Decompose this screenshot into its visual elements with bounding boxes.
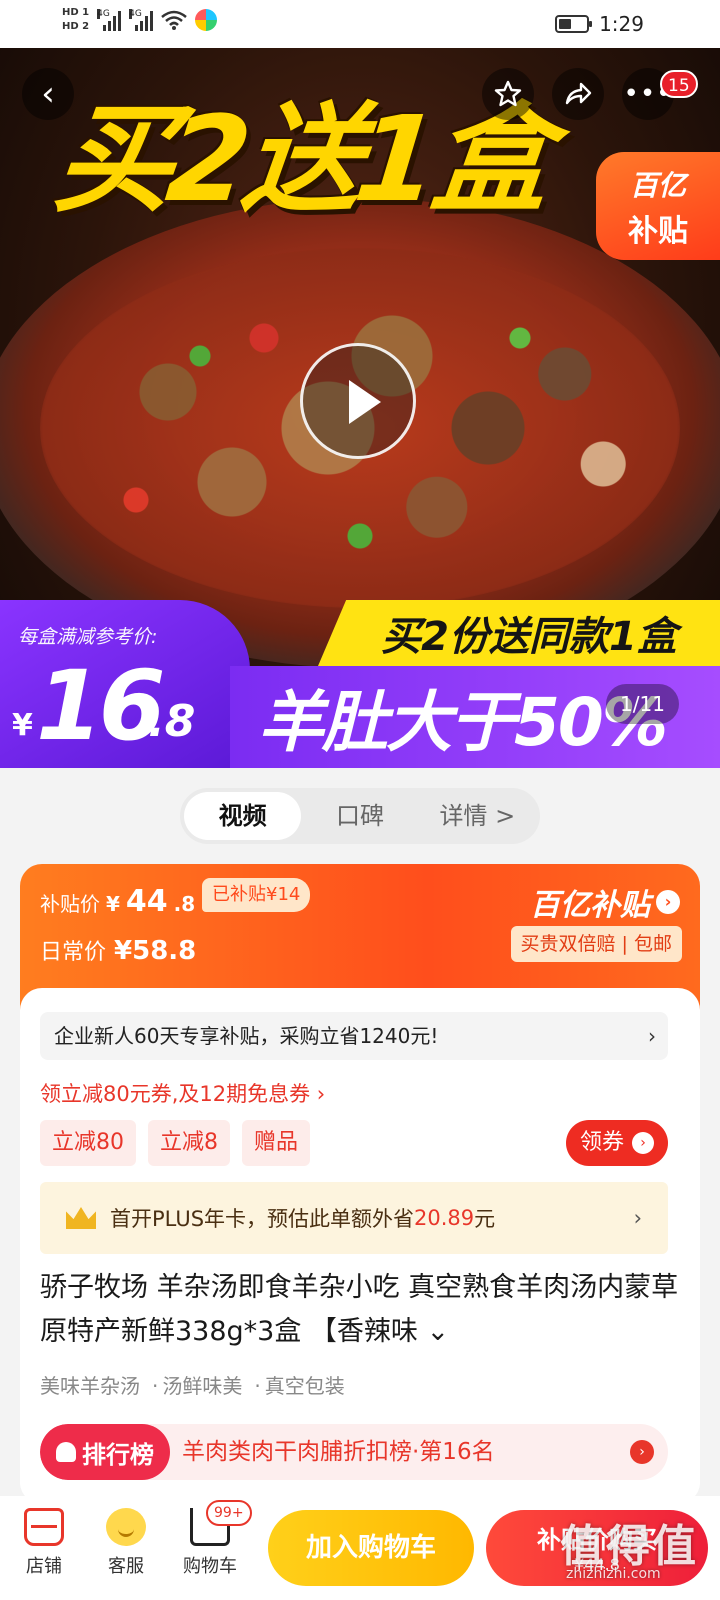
signal-icon: 4G (97, 9, 122, 31)
tab-details[interactable]: 详情 > (419, 792, 536, 840)
back-button[interactable]: ‹ (22, 68, 74, 120)
product-gallery[interactable]: 买2送1盒 ‹ ••• 15 百亿 补贴 每盒满减参考价: ¥ 16 .8 买2… (0, 48, 720, 768)
subsidized-amount-chip: 已补贴¥14 (202, 878, 311, 912)
product-tag: 汤鲜味美 (152, 1370, 242, 1399)
tab-reviews[interactable]: 口碑 (301, 792, 418, 840)
battery-icon (555, 15, 593, 33)
product-page: HD 1 HD 2 4G 4G 1:29 买2送1盒 ‹ ••• 15 百亿 补… (0, 0, 720, 1600)
reference-price-block: 每盒满减参考价: ¥ 16 .8 (0, 600, 250, 768)
plus-amount: 20.89 (414, 1206, 475, 1230)
store-icon (24, 1508, 64, 1546)
store-button[interactable]: 店铺 (4, 1508, 84, 1578)
net2-label: 4G (129, 9, 142, 19)
guarantee-badge: 买贵双倍赔 | 包邮 (510, 926, 682, 962)
tab-video[interactable]: 视频 (184, 792, 302, 840)
promo-line1: 买2份送同款1盒 (381, 614, 677, 660)
subsidy-corner-line1: 百亿 (629, 169, 686, 202)
customer-service-icon (106, 1508, 146, 1546)
product-content: 视频 口碑 详情 > 补贴价 ¥44.8 已补贴¥14 日常价 ¥58.8 百亿… (0, 768, 720, 1600)
subsidy-price-row: 补贴价 ¥44.8 (40, 884, 195, 919)
plus-suffix: 元 (474, 1207, 496, 1231)
subsidy-price-decimal: .8 (173, 892, 196, 916)
chevron-right-icon: › (630, 1440, 654, 1464)
chevron-right-icon: › (632, 1132, 654, 1154)
plus-prefix: 首开PLUS年卡，预估此单额外省 (110, 1207, 415, 1231)
wifi-icon (161, 10, 187, 30)
clock: 1:29 (599, 12, 644, 36)
hd2-label: HD 2 (62, 21, 90, 32)
daily-price-value: ¥58.8 (114, 936, 197, 966)
store-label: 店铺 (26, 1556, 62, 1577)
product-tag: 美味羊杂汤 (40, 1374, 140, 1398)
discount-chip[interactable]: 立减80 (40, 1120, 136, 1166)
share-button[interactable] (552, 68, 604, 120)
billion-subsidy-logo[interactable]: 百亿补贴 › (530, 880, 680, 924)
subsidy-corner-badge: 百亿 补贴 (596, 152, 720, 260)
cart-label: 购物车 (183, 1556, 237, 1577)
daily-price-row: 日常价 ¥58.8 (40, 934, 196, 966)
price-card: 补贴价 ¥44.8 已补贴¥14 日常价 ¥58.8 百亿补贴 › 买贵双倍赔 … (20, 864, 700, 1504)
chevron-right-icon: › (633, 1206, 642, 1230)
promo-headline: 买2送1盒 (48, 90, 552, 228)
net1-label: 4G (97, 9, 110, 19)
promo-line2: 羊肚大于50% (258, 684, 668, 761)
subsidy-price-label: 补贴价 (40, 892, 100, 916)
gift-chip[interactable]: 赠品 (242, 1120, 311, 1166)
status-right: 1:29 (555, 12, 644, 36)
chevron-right-icon: › (656, 890, 680, 914)
trophy-icon (56, 1442, 76, 1462)
favorite-button[interactable] (482, 68, 534, 120)
message-count-badge: 15 (660, 70, 698, 98)
hd1-label: HD 1 (62, 7, 90, 18)
reference-price-label: 每盒满减参考价: (18, 626, 158, 648)
discount-chip[interactable]: 立减8 (148, 1120, 230, 1166)
subsidy-price-currency: ¥ (106, 892, 120, 916)
section-tabs: 视频 口碑 详情 > (180, 788, 540, 844)
ranking-tag: 排行榜 (40, 1424, 170, 1480)
product-title[interactable]: 骄子牧场 羊杂汤即食羊杂小吃 真空熟食羊肉汤内蒙草原特产新鲜338g*3盒 【香… (40, 1266, 680, 1354)
billion-subsidy-text: 百亿补贴 (530, 888, 650, 923)
product-tag: 真空包装 (254, 1370, 345, 1399)
discount-chips: 立减80 立减8 赠品 (40, 1120, 311, 1166)
coupon-link[interactable]: 领立减80元券,及12期免息券 › (40, 1078, 325, 1108)
offers-section: 企业新人60天专享补贴，采购立省1240元! › 领立减80元券,及12期免息券… (20, 988, 700, 1504)
get-coupon-button[interactable]: 领券 › (565, 1120, 668, 1166)
back-icon: ‹ (41, 74, 55, 114)
promo-banner-yellow: 买2份送同款1盒 (318, 600, 720, 666)
reference-price-currency: ¥ (12, 708, 33, 743)
gallery-page-counter: 1/11 (606, 684, 679, 724)
reference-price-decimal: .8 (148, 696, 196, 747)
get-coupon-label: 领券 (579, 1130, 624, 1155)
subsidy-price-integer: 44 (125, 884, 168, 919)
star-icon (494, 80, 522, 107)
ranking-text: 羊肉类肉干肉脯折扣榜·第16名 (182, 1439, 495, 1465)
customer-service-label: 客服 (108, 1556, 144, 1577)
share-icon (565, 82, 592, 105)
crown-icon (66, 1207, 96, 1229)
new-user-text: 企业新人60天专享补贴，采购立省1240元! (54, 1024, 439, 1048)
app-notification-icon (195, 9, 218, 31)
plus-membership-bar[interactable]: 首开PLUS年卡，预估此单额外省 20.89 元 › (40, 1182, 668, 1254)
play-video-button[interactable] (300, 343, 416, 459)
ranking-tag-label: 排行榜 (82, 1440, 154, 1469)
watermark-url: zhizhizhi.com (566, 1566, 661, 1582)
watermark-logo: 值得值 (560, 1521, 698, 1572)
status-bar: HD 1 HD 2 4G 4G 1:29 (0, 0, 720, 48)
chevron-right-icon: › (648, 1024, 656, 1048)
daily-price-label: 日常价 (40, 940, 107, 965)
signal-icon-2: 4G (129, 9, 154, 31)
bottom-action-bar: 店铺 客服 购物车 99+ 加入购物车 补贴价购买 ¥44.8 值得值 zhiz… (0, 1496, 720, 1600)
hd-indicator: HD 1 HD 2 (62, 6, 89, 34)
customer-service-button[interactable]: 客服 (86, 1508, 166, 1578)
new-user-subsidy-row[interactable]: 企业新人60天专享补贴，采购立省1240元! › (40, 1012, 668, 1060)
product-tags: 美味羊杂汤 汤鲜味美 真空包装 (40, 1370, 345, 1399)
cart-count-badge: 99+ (206, 1500, 252, 1526)
status-left: HD 1 HD 2 4G 4G (62, 6, 218, 34)
reference-price-integer: 16 (36, 650, 166, 762)
add-to-cart-button[interactable]: 加入购物车 (268, 1510, 474, 1586)
ranking-bar[interactable]: 排行榜 羊肉类肉干肉脯折扣榜·第16名 › (40, 1424, 668, 1480)
subsidy-corner-line2: 补贴 (628, 214, 688, 249)
